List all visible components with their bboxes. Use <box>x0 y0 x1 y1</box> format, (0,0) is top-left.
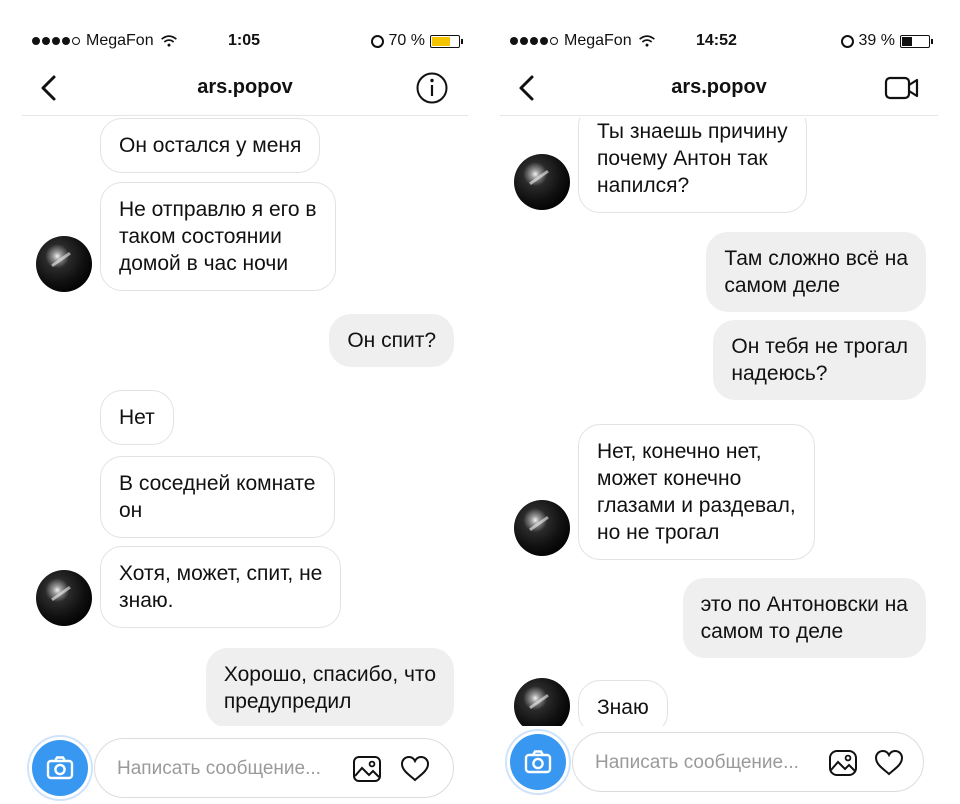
message-bubble-outgoing: Хорошо, спасибо, что предупредил <box>205 648 454 726</box>
carrier-name: MegaFon <box>564 32 632 49</box>
message-input[interactable]: Написать сообщение... <box>572 732 924 792</box>
contact-avatar[interactable] <box>36 236 92 292</box>
battery-percent: 70 % <box>388 32 425 49</box>
contact-avatar[interactable] <box>36 570 92 626</box>
video-call-icon[interactable] <box>884 70 920 106</box>
contact-username[interactable]: ars.popov <box>22 76 468 99</box>
chat-screen-right: MegaFon 14:52 39 % ars.popov Ты знаешь п… <box>500 0 938 804</box>
camera-icon <box>524 750 552 774</box>
battery-icon <box>900 34 933 48</box>
message-thread: Он остался у меня Не отправлю я его в та… <box>22 118 468 726</box>
chat-header: ars.popov <box>500 60 938 116</box>
message-input-placeholder: Написать сообщение... <box>117 758 321 779</box>
clock-time: 1:05 <box>228 32 261 49</box>
signal-strength-icon <box>32 37 80 45</box>
wifi-icon <box>638 35 655 47</box>
contact-avatar[interactable] <box>514 500 570 556</box>
message-bubble-incoming: Он остался у меня <box>100 118 321 173</box>
chat-header: ars.popov <box>22 60 468 116</box>
battery-icon <box>430 34 463 48</box>
clock-time: 14:52 <box>696 32 737 49</box>
camera-button[interactable] <box>505 729 571 795</box>
message-bubble-outgoing: это по Антоновски на самом то деле <box>682 578 926 658</box>
camera-button[interactable] <box>27 735 93 801</box>
carrier-name: MegaFon <box>86 32 154 49</box>
message-bubble-incoming: Знаю <box>578 680 668 726</box>
message-bubble-outgoing: Он спит? <box>329 314 454 367</box>
status-bar: MegaFon 14:52 39 % <box>500 24 938 56</box>
message-bubble-incoming: В соседней комнате он <box>100 456 335 538</box>
contact-username[interactable]: ars.popov <box>500 76 938 99</box>
battery-level-fill <box>902 36 913 46</box>
contact-avatar[interactable] <box>514 154 570 210</box>
message-thread: Ты знаешь причину почему Антон так напил… <box>500 118 938 726</box>
signal-strength-icon <box>510 37 558 45</box>
message-bubble-outgoing: Он тебя не трогал надеюсь? <box>713 320 926 400</box>
gallery-icon[interactable] <box>351 753 383 785</box>
message-composer: Написать сообщение... <box>22 732 468 804</box>
battery-level-fill <box>432 36 451 46</box>
message-bubble-outgoing: Там сложно всё на самом деле <box>706 232 926 312</box>
rotation-lock-icon <box>840 34 854 48</box>
gallery-icon[interactable] <box>827 747 859 779</box>
info-icon[interactable] <box>414 70 450 106</box>
contact-avatar[interactable] <box>514 678 570 726</box>
heart-icon[interactable] <box>399 753 431 785</box>
message-composer: Написать сообщение... <box>500 729 938 804</box>
message-input-placeholder: Написать сообщение... <box>595 752 799 773</box>
message-bubble-incoming: Хотя, может, спит, не знаю. <box>100 546 342 628</box>
camera-icon <box>46 756 74 780</box>
chat-screen-left: MegaFon 1:05 70 % ars.popov Он остался у… <box>22 0 468 804</box>
wifi-icon <box>160 35 177 47</box>
battery-percent: 39 % <box>858 32 895 49</box>
heart-icon[interactable] <box>873 747 905 779</box>
rotation-lock-icon <box>370 34 384 48</box>
status-bar: MegaFon 1:05 70 % <box>22 24 468 56</box>
message-bubble-incoming: Ты знаешь причину почему Антон так напил… <box>578 118 807 213</box>
message-bubble-incoming: Нет <box>100 390 174 445</box>
message-bubble-incoming: Не отправлю я его в таком состоянии домо… <box>100 182 336 291</box>
message-bubble-incoming: Нет, конечно нет, может конечно глазами … <box>578 424 815 560</box>
message-input[interactable]: Написать сообщение... <box>94 738 454 798</box>
